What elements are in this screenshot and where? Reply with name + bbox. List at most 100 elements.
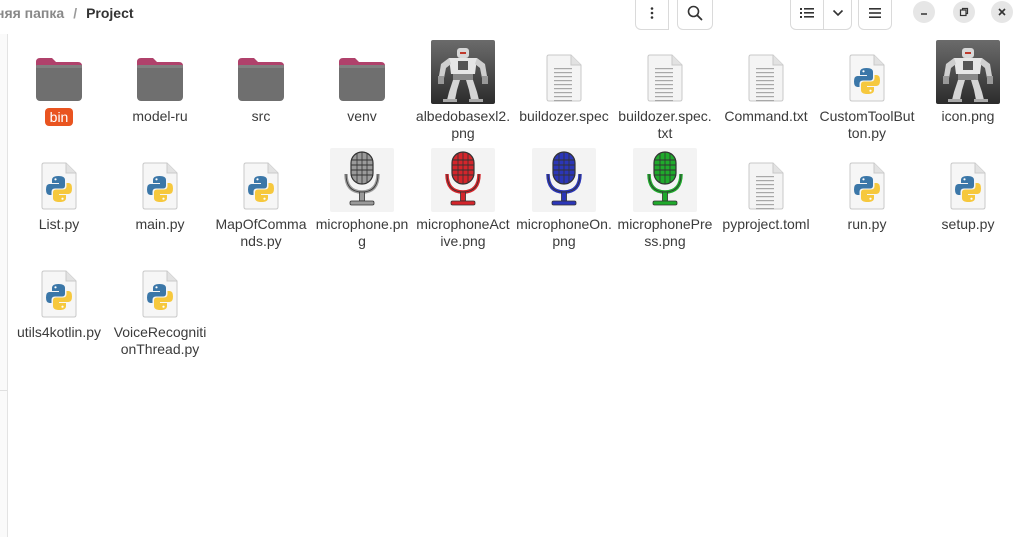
file-item[interactable]: albedobasexl2.png bbox=[413, 38, 513, 142]
file-icon-box bbox=[211, 38, 311, 108]
file-icon-box bbox=[312, 38, 412, 108]
search-button[interactable] bbox=[677, 0, 713, 30]
minimize-button[interactable] bbox=[913, 1, 935, 23]
maximize-button[interactable] bbox=[953, 1, 975, 23]
file-icon-box bbox=[312, 146, 412, 216]
file-item[interactable]: venv bbox=[312, 38, 412, 125]
file-icon-box bbox=[110, 254, 210, 324]
text-file-icon bbox=[546, 54, 582, 102]
file-name-text: microphone.png bbox=[315, 216, 409, 249]
file-icon-box bbox=[110, 146, 210, 216]
file-name-text: setup.py bbox=[941, 216, 995, 232]
file-name-text: main.py bbox=[135, 216, 185, 232]
sidebar-edge bbox=[0, 34, 8, 537]
view-options-dropdown[interactable] bbox=[824, 0, 852, 30]
breadcrumb-current[interactable]: Project bbox=[86, 5, 133, 21]
microphone-icon bbox=[532, 148, 596, 212]
close-button[interactable] bbox=[991, 1, 1013, 23]
robot-image-thumbnail bbox=[431, 40, 495, 104]
file-icon-box bbox=[817, 38, 917, 108]
file-item[interactable]: VoiceRecognitionThread.py bbox=[110, 254, 210, 358]
vertical-dots-icon bbox=[650, 6, 654, 19]
file-icon-box bbox=[615, 38, 715, 108]
file-icon-box bbox=[615, 146, 715, 216]
file-icon-box bbox=[9, 38, 109, 108]
file-item[interactable]: microphone.png bbox=[312, 146, 412, 250]
file-item[interactable]: main.py bbox=[110, 146, 210, 233]
folder-icon bbox=[238, 58, 284, 101]
file-name: bin bbox=[9, 108, 109, 126]
file-item[interactable]: MapOfCommands.py bbox=[211, 146, 311, 250]
file-name: VoiceRecognitionThread.py bbox=[110, 324, 210, 358]
file-name-text: MapOfCommands.py bbox=[215, 216, 307, 249]
file-icon-box bbox=[9, 254, 109, 324]
file-item[interactable]: List.py bbox=[9, 146, 109, 233]
python-file-icon bbox=[849, 162, 885, 210]
microphone-icon bbox=[431, 148, 495, 212]
file-item[interactable]: CustomToolButton.py bbox=[817, 38, 917, 142]
text-file-icon bbox=[748, 54, 784, 102]
file-name-text: run.py bbox=[847, 216, 887, 232]
restore-icon bbox=[959, 7, 969, 17]
file-name-text: pyproject.toml bbox=[722, 216, 810, 232]
file-name: microphoneOn.png bbox=[514, 216, 614, 250]
file-item[interactable]: microphoneOn.png bbox=[514, 146, 614, 250]
file-icon-box bbox=[9, 146, 109, 216]
file-item[interactable]: setup.py bbox=[918, 146, 1016, 233]
file-item[interactable]: utils4kotlin.py bbox=[9, 254, 109, 341]
file-item[interactable]: pyproject.toml bbox=[716, 146, 816, 233]
minimize-icon bbox=[921, 13, 927, 15]
breadcrumb-parent[interactable]: няя папка bbox=[0, 5, 64, 21]
file-name: utils4kotlin.py bbox=[9, 324, 109, 341]
file-name: pyproject.toml bbox=[716, 216, 816, 233]
file-icon-box bbox=[514, 38, 614, 108]
breadcrumb: няя папка / Project bbox=[0, 0, 160, 26]
folder-menu-button[interactable] bbox=[635, 0, 669, 30]
file-icon-box bbox=[716, 38, 816, 108]
file-item[interactable]: src bbox=[211, 38, 311, 125]
file-icon-box bbox=[413, 146, 513, 216]
file-item[interactable]: icon.png bbox=[918, 38, 1016, 125]
file-item[interactable]: buildozer.spec bbox=[514, 38, 614, 125]
file-name: microphoneActive.png bbox=[413, 216, 513, 250]
text-file-icon bbox=[647, 54, 683, 102]
file-icon-box bbox=[413, 38, 513, 108]
file-name: List.py bbox=[9, 216, 109, 233]
microphone-icon bbox=[633, 148, 697, 212]
file-name: setup.py bbox=[918, 216, 1016, 233]
main-menu-button[interactable] bbox=[858, 0, 892, 30]
file-item[interactable]: Command.txt bbox=[716, 38, 816, 125]
file-name-text: bin bbox=[44, 108, 74, 126]
file-name-text: microphonePress.png bbox=[617, 216, 713, 249]
view-toggle-button[interactable] bbox=[790, 0, 824, 30]
file-name-text: icon.png bbox=[941, 108, 995, 124]
file-name: model-ru bbox=[110, 108, 210, 125]
folder-icon bbox=[339, 58, 385, 101]
search-icon bbox=[687, 5, 703, 20]
python-file-icon bbox=[41, 162, 77, 210]
file-name-text: microphoneOn.png bbox=[516, 216, 612, 249]
file-name-text: buildozer.spec bbox=[519, 108, 609, 124]
file-name: microphone.png bbox=[312, 216, 412, 250]
python-file-icon bbox=[950, 162, 986, 210]
python-file-icon bbox=[41, 270, 77, 318]
file-item[interactable]: bin bbox=[9, 38, 109, 126]
file-name-text: microphoneActive.png bbox=[416, 216, 510, 249]
file-icon-box bbox=[514, 146, 614, 216]
microphone-icon bbox=[330, 148, 394, 212]
file-item[interactable]: model-ru bbox=[110, 38, 210, 125]
folder-icon bbox=[137, 58, 183, 101]
file-name-text: buildozer.spec.txt bbox=[618, 108, 712, 141]
close-icon bbox=[998, 8, 1006, 16]
file-item[interactable]: microphoneActive.png bbox=[413, 146, 513, 250]
file-name-text: src bbox=[251, 108, 271, 124]
file-icon-box bbox=[918, 38, 1016, 108]
file-item[interactable]: microphonePress.png bbox=[615, 146, 715, 250]
file-name: buildozer.spec.txt bbox=[615, 108, 715, 142]
file-item[interactable]: run.py bbox=[817, 146, 917, 233]
folder-icon bbox=[36, 58, 82, 101]
file-item[interactable]: buildozer.spec.txt bbox=[615, 38, 715, 142]
breadcrumb-separator: / bbox=[73, 5, 78, 21]
file-name-text: List.py bbox=[38, 216, 80, 232]
file-name-text: venv bbox=[347, 108, 377, 124]
